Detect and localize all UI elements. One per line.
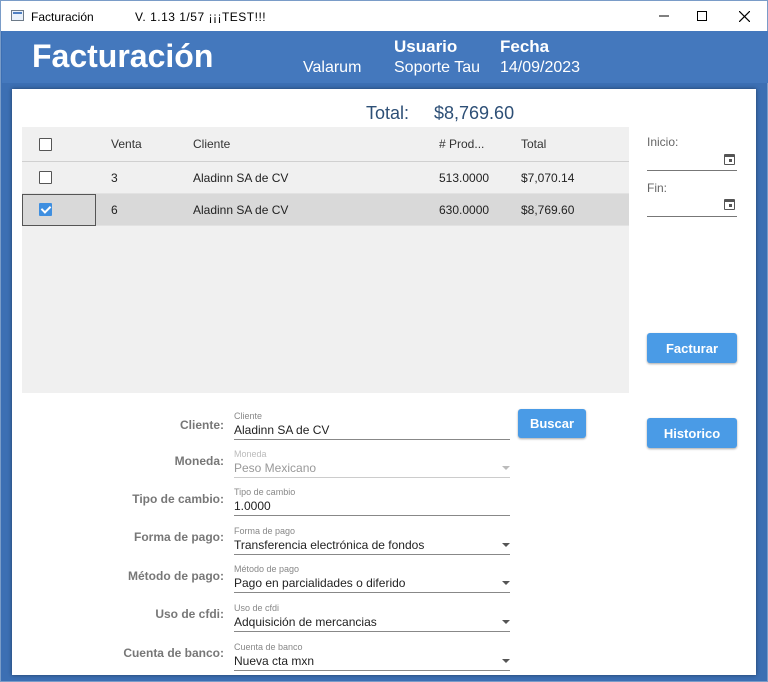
row-checkbox[interactable] [39,203,52,216]
tipo-cambio-underline [234,515,510,516]
historico-button[interactable]: Historico [647,418,737,448]
fin-date-field[interactable] [647,216,737,217]
metodo-pago-caption: Método de pago [234,564,300,574]
facturar-button[interactable]: Facturar [647,333,737,363]
row-venta: 3 [111,170,118,185]
row-venta: 6 [111,202,118,217]
row-cliente: Aladinn SA de CV [193,170,289,185]
moneda-underline [234,477,510,478]
user-value: Soporte Tau [394,59,480,76]
cliente-label: Cliente: [179,418,224,432]
sales-grid[interactable]: Venta Cliente # Prod... Total 3 Aladinn … [22,127,629,393]
date-value: 14/09/2023 [500,59,581,76]
fin-label: Fin: [647,181,668,195]
table-row[interactable]: 6 Aladinn SA de CV 630.0000 $8,769.60 [22,194,629,226]
date-label: Fecha [500,37,550,56]
app-header: Facturación Valarum Usuario Soporte Tau … [2,31,768,83]
window-title: Facturación [31,10,94,24]
tipo-cambio-caption: Tipo de cambio [234,487,296,497]
cliente-input[interactable]: Aladinn SA de CV [234,423,329,437]
moneda-label: Moneda: [174,454,224,468]
inicio-label: Inicio: [647,135,679,149]
cuenta-banco-select[interactable]: Nueva cta mxn [234,654,314,668]
metodo-pago-label: Método de pago: [128,569,224,583]
title-bar: Facturación V. 1.13 1/57 ¡¡¡TEST!!! [1,1,767,31]
column-header-venta[interactable]: Venta [111,127,142,161]
uso-cfdi-underline [234,631,510,632]
uso-cfdi-caption: Uso de cfdi [234,603,280,613]
cliente-underline [234,439,510,440]
metodo-pago-underline [234,592,510,593]
chevron-down-icon[interactable] [502,659,510,663]
company-name: Valarum [303,59,362,76]
version-label: V. 1.13 1/57 ¡¡¡TEST!!! [135,10,267,24]
uso-cfdi-select[interactable]: Adquisición de mercancias [234,615,377,629]
brand-title: Facturación [32,38,214,74]
cell-focus-outline [22,194,96,226]
close-icon [738,10,750,22]
uso-cfdi-label: Uso de cfdi: [155,607,224,621]
chevron-down-icon [502,466,510,470]
column-header-cliente[interactable]: Cliente [193,127,230,161]
total-summary: Total: $8,769.60 [366,103,514,124]
column-header-total[interactable]: Total [521,127,546,161]
row-total: $8,769.60 [521,202,575,217]
grid-header: Venta Cliente # Prod... Total [22,127,629,162]
main-panel: Total: $8,769.60 Venta Cliente # Prod...… [12,89,756,675]
maximize-icon [697,11,707,21]
total-value: $8,769.60 [434,103,515,123]
metodo-pago-select[interactable]: Pago en parcialidades o diferido [234,576,405,590]
chevron-down-icon[interactable] [502,543,510,547]
row-total: $7,070.14 [521,170,575,185]
minimize-icon [659,15,669,17]
calendar-icon[interactable] [724,154,735,165]
row-productos: 630.0000 [439,202,490,217]
row-productos: 513.0000 [439,170,490,185]
total-label: Total: [366,103,410,123]
forma-pago-select[interactable]: Transferencia electrónica de fondos [234,538,424,552]
table-row[interactable]: 3 Aladinn SA de CV 513.0000 $7,070.14 [22,162,629,194]
cuenta-banco-caption: Cuenta de banco [234,642,303,652]
moneda-select[interactable]: Peso Mexicano [234,461,316,475]
inicio-date-field[interactable] [647,170,737,171]
chevron-down-icon[interactable] [502,620,510,624]
forma-pago-underline [234,554,510,555]
maximize-button[interactable] [679,1,725,31]
row-cliente: Aladinn SA de CV [193,202,289,217]
user-label: Usuario [394,37,458,56]
forma-pago-caption: Forma de pago [234,526,296,536]
tipo-cambio-input[interactable]: 1.0000 [234,499,271,513]
close-button[interactable] [721,1,767,31]
app-window: Facturación V. 1.13 1/57 ¡¡¡TEST!!! Fact… [0,0,768,682]
buscar-button[interactable]: Buscar [518,409,586,438]
moneda-caption: Moneda [234,449,267,459]
app-icon [11,10,24,21]
cliente-caption: Cliente [234,411,263,421]
tipo-cambio-label: Tipo de cambio: [132,492,224,506]
cuenta-banco-label: Cuenta de banco: [123,646,224,660]
calendar-icon[interactable] [724,199,735,210]
cuenta-banco-underline [234,670,510,671]
chevron-down-icon[interactable] [502,581,510,585]
select-all-checkbox[interactable] [39,137,52,151]
row-checkbox[interactable] [39,171,52,184]
column-header-productos[interactable]: # Prod... [439,127,484,161]
forma-pago-label: Forma de pago: [133,530,224,544]
